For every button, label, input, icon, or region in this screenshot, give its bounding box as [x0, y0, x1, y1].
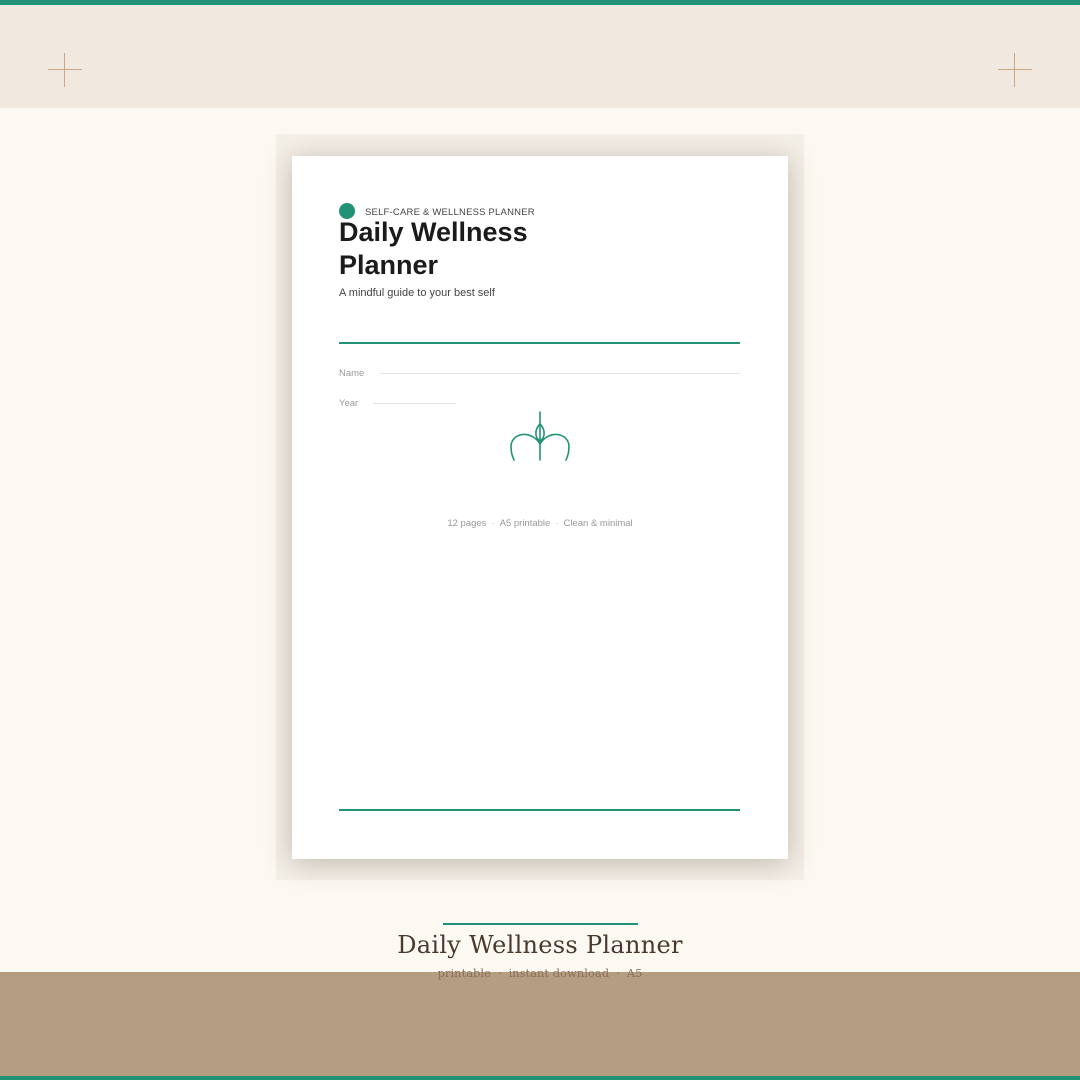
tag-separator: ·	[616, 966, 620, 980]
footer-band	[0, 972, 1080, 1076]
planner-cover-page: SELF-CARE & WELLNESS PLANNER Daily Welln…	[292, 156, 788, 859]
header-band	[0, 5, 1080, 108]
year-field-line	[373, 403, 456, 404]
tag-instant-download: instant download	[508, 966, 610, 980]
caption-tags: printable · instant download · A5	[0, 966, 1080, 980]
cover-meta: 12 pages · A5 printable · Clean & minimal	[292, 518, 788, 529]
crosshair-icon-right	[998, 53, 1032, 87]
name-field-label: Name	[339, 368, 365, 379]
lotus-icon	[510, 411, 570, 461]
tag-printable: printable	[437, 966, 491, 980]
cover-bottom-rule	[339, 809, 740, 811]
tag-separator: ·	[497, 966, 502, 980]
caption-title: Daily Wellness Planner	[397, 931, 683, 959]
bottom-accent-bar	[0, 1076, 1080, 1080]
caption-rule	[443, 923, 638, 925]
meta-separator: ·	[555, 518, 559, 529]
meta-format: A5 printable	[499, 518, 551, 529]
name-field-line	[380, 373, 740, 374]
meta-pages: 12 pages	[447, 518, 487, 529]
year-field-label: Year	[339, 398, 359, 409]
cover-top-rule	[339, 342, 740, 344]
meta-style: Clean & minimal	[563, 518, 633, 529]
meta-separator: ·	[491, 518, 495, 529]
cover-subtitle: A mindful guide to your best self	[339, 287, 495, 299]
cover-title: Daily Wellness Planner	[339, 217, 528, 280]
crosshair-icon-left	[48, 53, 82, 87]
tag-a5: A5	[626, 966, 643, 980]
